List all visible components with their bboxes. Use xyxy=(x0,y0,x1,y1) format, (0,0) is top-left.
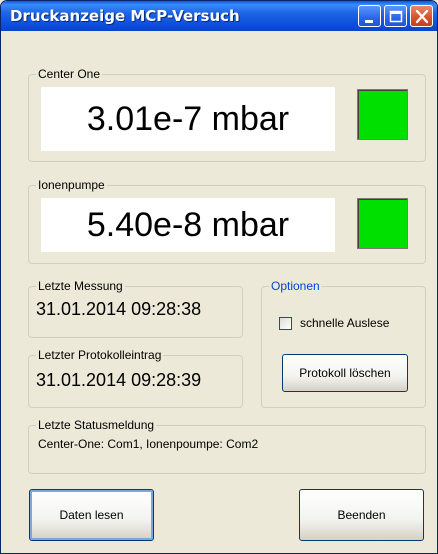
close-icon xyxy=(415,9,429,24)
center-one-status-indicator xyxy=(357,89,408,140)
schnelle-auslese-label: schnelle Auslese xyxy=(300,316,390,330)
main-window: Druckanzeige MCP-Versuch Center One 3.01… xyxy=(0,0,438,554)
letzter-protokolleintrag-label: Letzter Protokolleintrag xyxy=(36,348,164,362)
status-message: Center-One: Com1, Ionenpoumpe: Com2 xyxy=(38,437,259,451)
schnelle-auslese-checkbox[interactable] xyxy=(279,316,292,330)
statusmeldung-label: Letzte Statusmeldung xyxy=(36,418,157,432)
protokoll-loeschen-button[interactable]: Protokoll löschen xyxy=(282,354,408,392)
minimize-icon xyxy=(365,20,373,23)
ionenpumpe-status-indicator xyxy=(357,198,408,249)
letzter-protokolleintrag-value: 31.01.2014 09:28:39 xyxy=(36,370,202,390)
title-bar[interactable]: Druckanzeige MCP-Versuch xyxy=(1,1,437,31)
window-title: Druckanzeige MCP-Versuch xyxy=(10,7,240,25)
ionenpumpe-label: Ionenpumpe xyxy=(36,178,107,192)
daten-lesen-button[interactable]: Daten lesen xyxy=(29,489,154,541)
letzte-messung-label: Letzte Messung xyxy=(36,279,125,293)
schnelle-auslese-checkbox-row[interactable]: schnelle Auslese xyxy=(279,316,389,330)
ionenpumpe-pressure-value: 5.40e-8 mbar xyxy=(41,198,335,252)
maximize-icon xyxy=(389,10,403,23)
maximize-button[interactable] xyxy=(384,5,407,27)
beenden-button[interactable]: Beenden xyxy=(299,489,424,541)
optionen-label: Optionen xyxy=(269,279,322,293)
center-one-pressure-value: 3.01e-7 mbar xyxy=(41,87,335,151)
minimize-button[interactable] xyxy=(358,5,381,27)
close-button[interactable] xyxy=(410,5,433,27)
center-one-label: Center One xyxy=(36,67,103,81)
letzte-messung-value: 31.01.2014 09:28:38 xyxy=(36,299,202,319)
